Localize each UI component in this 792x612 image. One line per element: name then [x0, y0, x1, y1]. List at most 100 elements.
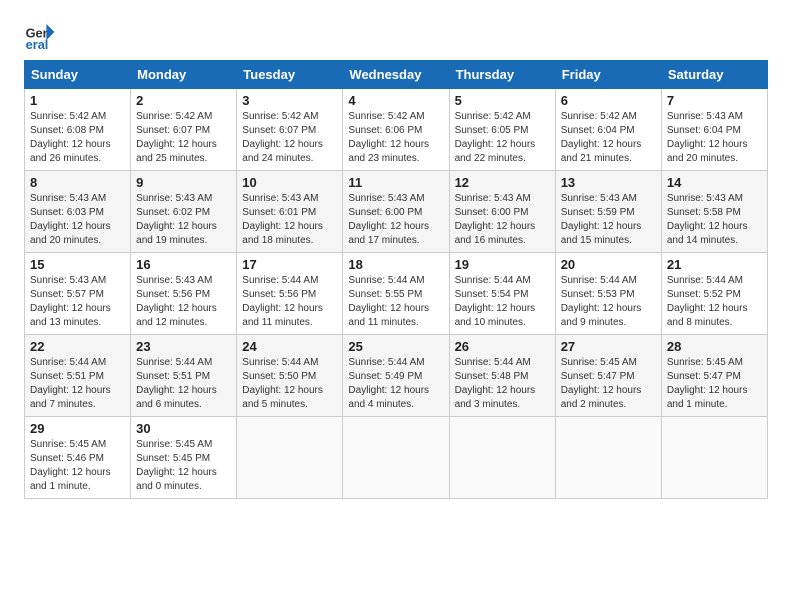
day-number: 20: [561, 257, 656, 272]
day-detail: Sunrise: 5:44 AM Sunset: 5:49 PM Dayligh…: [348, 356, 443, 412]
calendar-header-row: SundayMondayTuesdayWednesdayThursdayFrid…: [25, 61, 768, 89]
day-detail: Sunrise: 5:44 AM Sunset: 5:50 PM Dayligh…: [242, 356, 337, 412]
day-detail: Sunrise: 5:44 AM Sunset: 5:55 PM Dayligh…: [348, 274, 443, 330]
day-detail: Sunrise: 5:42 AM Sunset: 6:06 PM Dayligh…: [348, 110, 443, 166]
day-detail: Sunrise: 5:44 AM Sunset: 5:51 PM Dayligh…: [30, 356, 125, 412]
calendar-cell: [661, 417, 767, 499]
calendar-cell: 12 Sunrise: 5:43 AM Sunset: 6:00 PM Dayli…: [449, 171, 555, 253]
day-number: 27: [561, 339, 656, 354]
day-number: 8: [30, 175, 125, 190]
day-number: 25: [348, 339, 443, 354]
calendar-cell: 7 Sunrise: 5:43 AM Sunset: 6:04 PM Daylig…: [661, 89, 767, 171]
day-detail: Sunrise: 5:45 AM Sunset: 5:47 PM Dayligh…: [667, 356, 762, 412]
column-header-tuesday: Tuesday: [237, 61, 343, 89]
calendar-cell: [449, 417, 555, 499]
calendar-week-4: 22 Sunrise: 5:44 AM Sunset: 5:51 PM Dayli…: [25, 335, 768, 417]
calendar-cell: 20 Sunrise: 5:44 AM Sunset: 5:53 PM Dayli…: [555, 253, 661, 335]
calendar-cell: 8 Sunrise: 5:43 AM Sunset: 6:03 PM Daylig…: [25, 171, 131, 253]
day-number: 13: [561, 175, 656, 190]
day-detail: Sunrise: 5:42 AM Sunset: 6:05 PM Dayligh…: [455, 110, 550, 166]
day-number: 14: [667, 175, 762, 190]
calendar-cell: 9 Sunrise: 5:43 AM Sunset: 6:02 PM Daylig…: [131, 171, 237, 253]
calendar-cell: 27Sunrise: 5:45 AM Sunset: 5:47 PM Dayli…: [555, 335, 661, 417]
calendar-cell: 14 Sunrise: 5:43 AM Sunset: 5:58 PM Dayli…: [661, 171, 767, 253]
day-number: 10: [242, 175, 337, 190]
logo-icon: Gen eral: [24, 20, 56, 52]
day-number: 21: [667, 257, 762, 272]
calendar-cell: [237, 417, 343, 499]
day-detail: Sunrise: 5:44 AM Sunset: 5:51 PM Dayligh…: [136, 356, 231, 412]
day-number: 7: [667, 93, 762, 108]
day-detail: Sunrise: 5:43 AM Sunset: 6:00 PM Dayligh…: [455, 192, 550, 248]
calendar-cell: 30 Sunrise: 5:45 AM Sunset: 5:45 PM Dayli…: [131, 417, 237, 499]
column-header-thursday: Thursday: [449, 61, 555, 89]
day-detail: Sunrise: 5:42 AM Sunset: 6:04 PM Dayligh…: [561, 110, 656, 166]
calendar-cell: 25 Sunrise: 5:44 AM Sunset: 5:49 PM Dayli…: [343, 335, 449, 417]
calendar-table: SundayMondayTuesdayWednesdayThursdayFrid…: [24, 60, 768, 499]
day-detail: Sunrise: 5:43 AM Sunset: 5:56 PM Dayligh…: [136, 274, 231, 330]
day-number: 4: [348, 93, 443, 108]
calendar-cell: 6 Sunrise: 5:42 AM Sunset: 6:04 PM Daylig…: [555, 89, 661, 171]
day-detail: Sunrise: 5:45 AM Sunset: 5:46 PM Dayligh…: [30, 438, 125, 494]
column-header-saturday: Saturday: [661, 61, 767, 89]
svg-text:eral: eral: [26, 37, 49, 52]
day-number: 24: [242, 339, 337, 354]
day-detail: Sunrise: 5:42 AM Sunset: 6:08 PM Dayligh…: [30, 110, 125, 166]
column-header-sunday: Sunday: [25, 61, 131, 89]
day-number: 6: [561, 93, 656, 108]
column-header-friday: Friday: [555, 61, 661, 89]
calendar-cell: 2 Sunrise: 5:42 AM Sunset: 6:07 PM Daylig…: [131, 89, 237, 171]
day-number: 18: [348, 257, 443, 272]
calendar-week-5: 29 Sunrise: 5:45 AM Sunset: 5:46 PM Dayli…: [25, 417, 768, 499]
day-detail: Sunrise: 5:43 AM Sunset: 6:04 PM Dayligh…: [667, 110, 762, 166]
day-detail: Sunrise: 5:43 AM Sunset: 6:00 PM Dayligh…: [348, 192, 443, 248]
calendar-cell: 5 Sunrise: 5:42 AM Sunset: 6:05 PM Daylig…: [449, 89, 555, 171]
column-header-wednesday: Wednesday: [343, 61, 449, 89]
day-number: 29: [30, 421, 125, 436]
calendar-cell: [555, 417, 661, 499]
calendar-cell: 15Sunrise: 5:43 AM Sunset: 5:57 PM Dayli…: [25, 253, 131, 335]
day-number: 5: [455, 93, 550, 108]
calendar-cell: 16 Sunrise: 5:43 AM Sunset: 5:56 PM Dayli…: [131, 253, 237, 335]
day-number: 23: [136, 339, 231, 354]
calendar-week-3: 15Sunrise: 5:43 AM Sunset: 5:57 PM Dayli…: [25, 253, 768, 335]
calendar-cell: 24 Sunrise: 5:44 AM Sunset: 5:50 PM Dayli…: [237, 335, 343, 417]
calendar-cell: 19Sunrise: 5:44 AM Sunset: 5:54 PM Dayli…: [449, 253, 555, 335]
day-detail: Sunrise: 5:45 AM Sunset: 5:45 PM Dayligh…: [136, 438, 231, 494]
day-number: 12: [455, 175, 550, 190]
calendar-cell: 29 Sunrise: 5:45 AM Sunset: 5:46 PM Dayli…: [25, 417, 131, 499]
calendar-cell: [343, 417, 449, 499]
day-number: 30: [136, 421, 231, 436]
day-detail: Sunrise: 5:44 AM Sunset: 5:54 PM Dayligh…: [455, 274, 550, 330]
day-detail: Sunrise: 5:43 AM Sunset: 6:02 PM Dayligh…: [136, 192, 231, 248]
day-number: 9: [136, 175, 231, 190]
day-detail: Sunrise: 5:43 AM Sunset: 6:01 PM Dayligh…: [242, 192, 337, 248]
calendar-cell: 10 Sunrise: 5:43 AM Sunset: 6:01 PM Dayli…: [237, 171, 343, 253]
day-detail: Sunrise: 5:43 AM Sunset: 5:59 PM Dayligh…: [561, 192, 656, 248]
day-number: 22: [30, 339, 125, 354]
day-detail: Sunrise: 5:42 AM Sunset: 6:07 PM Dayligh…: [136, 110, 231, 166]
column-header-monday: Monday: [131, 61, 237, 89]
day-detail: Sunrise: 5:43 AM Sunset: 5:58 PM Dayligh…: [667, 192, 762, 248]
page-header: Gen eral: [24, 20, 768, 52]
calendar-cell: 18 Sunrise: 5:44 AM Sunset: 5:55 PM Dayli…: [343, 253, 449, 335]
day-detail: Sunrise: 5:43 AM Sunset: 6:03 PM Dayligh…: [30, 192, 125, 248]
calendar-cell: 26 Sunrise: 5:44 AM Sunset: 5:48 PM Dayli…: [449, 335, 555, 417]
day-number: 28: [667, 339, 762, 354]
day-detail: Sunrise: 5:44 AM Sunset: 5:56 PM Dayligh…: [242, 274, 337, 330]
calendar-week-1: 1Sunrise: 5:42 AM Sunset: 6:08 PM Daylig…: [25, 89, 768, 171]
day-number: 11: [348, 175, 443, 190]
day-number: 16: [136, 257, 231, 272]
calendar-cell: 4 Sunrise: 5:42 AM Sunset: 6:06 PM Daylig…: [343, 89, 449, 171]
day-number: 2: [136, 93, 231, 108]
calendar-cell: 17 Sunrise: 5:44 AM Sunset: 5:56 PM Dayli…: [237, 253, 343, 335]
day-number: 17: [242, 257, 337, 272]
calendar-cell: 21Sunrise: 5:44 AM Sunset: 5:52 PM Dayli…: [661, 253, 767, 335]
calendar-cell: 22 Sunrise: 5:44 AM Sunset: 5:51 PM Dayli…: [25, 335, 131, 417]
calendar-cell: 3Sunrise: 5:42 AM Sunset: 6:07 PM Daylig…: [237, 89, 343, 171]
calendar-week-2: 8 Sunrise: 5:43 AM Sunset: 6:03 PM Daylig…: [25, 171, 768, 253]
day-detail: Sunrise: 5:44 AM Sunset: 5:48 PM Dayligh…: [455, 356, 550, 412]
logo: Gen eral: [24, 20, 60, 52]
day-detail: Sunrise: 5:44 AM Sunset: 5:53 PM Dayligh…: [561, 274, 656, 330]
day-number: 26: [455, 339, 550, 354]
